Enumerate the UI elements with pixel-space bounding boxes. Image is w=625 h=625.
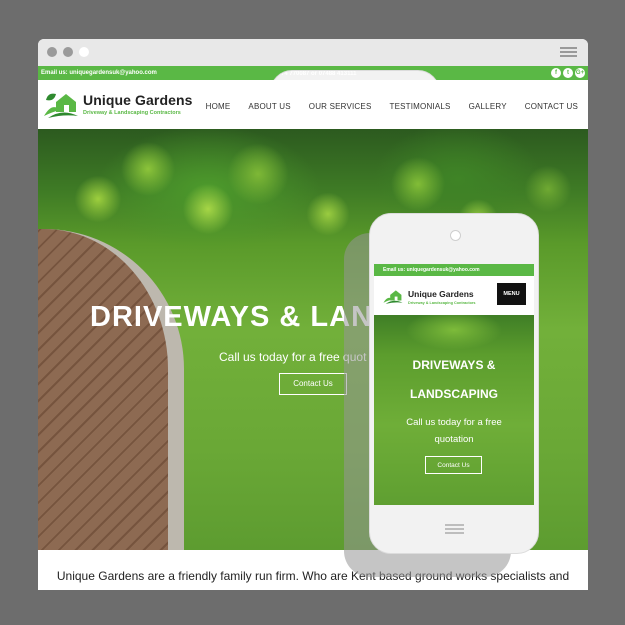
mobile-topbar[interactable]: Email us: uniquegardensuk@yahoo.com [374,264,534,276]
mobile-hero-sub-line1: Call us today for a free [406,417,502,428]
window-close-dot[interactable] [47,47,57,57]
mobile-device: Email us: uniquegardensuk@yahoo.com Uniq… [369,213,539,554]
house-leaf-logo-icon[interactable] [42,88,80,120]
brand-tagline: Driveway & Landscaping Contractors [83,110,181,116]
hero-path-image [38,229,184,550]
intro-text: Unique Gardens are a friendly family run… [56,569,570,583]
brand[interactable]: Unique Gardens Driveway & Landscaping Co… [83,92,193,116]
nav-contact-us[interactable]: CONTACT US [525,102,578,111]
nav-home[interactable]: HOME [206,102,231,111]
mobile-hero: DRIVEWAYS & LANDSCAPING Call us today fo… [374,315,534,505]
nav-our-services[interactable]: OUR SERVICES [309,102,372,111]
mobile-brand-tagline: Driveway & Landscaping Contractors [408,301,476,305]
nav-gallery[interactable]: GALLERY [469,102,507,111]
browser-toolbar [38,39,588,66]
mobile-screen: Email us: uniquegardensuk@yahoo.com Uniq… [374,264,534,505]
mobile-logo-icon[interactable] [382,287,404,305]
contact-topbar: Email us: uniquegardensuk@yahoo.com 0147… [38,66,588,411]
mobile-hero-sub-line2: quotation [434,434,474,445]
mobile-hero-title-line2: LANDSCAPING [409,387,498,401]
google-plus-icon[interactable]: G+ [575,68,585,78]
brand-name: Unique Gardens [83,92,193,108]
window-maximize-dot[interactable] [79,47,89,57]
hero-title: DRIVEWAYS & LAN [90,301,374,333]
topbar-email[interactable]: Email us: uniquegardensuk@yahoo.com [41,70,157,76]
browser-menu-icon[interactable] [560,47,577,59]
email-link[interactable]: uniquegardensuk@yahoo.com [69,70,157,76]
main-nav: HOME ABOUT US OUR SERVICES TESTIMONIALS … [188,102,578,111]
camera-icon [450,230,461,241]
home-button-icon[interactable] [445,524,464,536]
social-links: f t G+ [551,68,585,78]
email-label: Email us: [41,70,68,76]
site-header: Unique Gardens Driveway & Landscaping Co… [38,80,588,129]
twitter-icon[interactable]: t [563,68,573,78]
hero-contact-button[interactable]: Contact Us [279,373,347,395]
mobile-menu-button[interactable]: MENU [497,283,526,305]
mobile-hero-title-line1: DRIVEWAYS & [412,358,496,372]
facebook-icon[interactable]: f [551,68,561,78]
nav-testimonials[interactable]: TESTIMONIALS [389,102,450,111]
mobile-header: Unique Gardens Driveway & Landscaping Co… [374,276,534,314]
mobile-contact-button[interactable]: Contact Us [425,456,482,474]
mobile-brand-name: Unique Gardens [408,289,474,299]
window-minimize-dot[interactable] [63,47,73,57]
nav-about-us[interactable]: ABOUT US [248,102,290,111]
